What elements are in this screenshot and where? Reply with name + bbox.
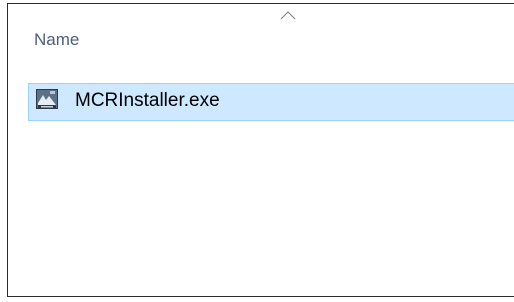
file-list-pane: Name MCRInstaller.exe xyxy=(7,3,514,297)
list-item[interactable]: MCRInstaller.exe xyxy=(28,83,514,121)
installer-exe-icon xyxy=(36,89,58,109)
file-name-label: MCRInstaller.exe xyxy=(75,90,220,111)
sort-ascending-icon xyxy=(280,11,296,20)
column-header-name[interactable]: Name xyxy=(34,30,79,50)
